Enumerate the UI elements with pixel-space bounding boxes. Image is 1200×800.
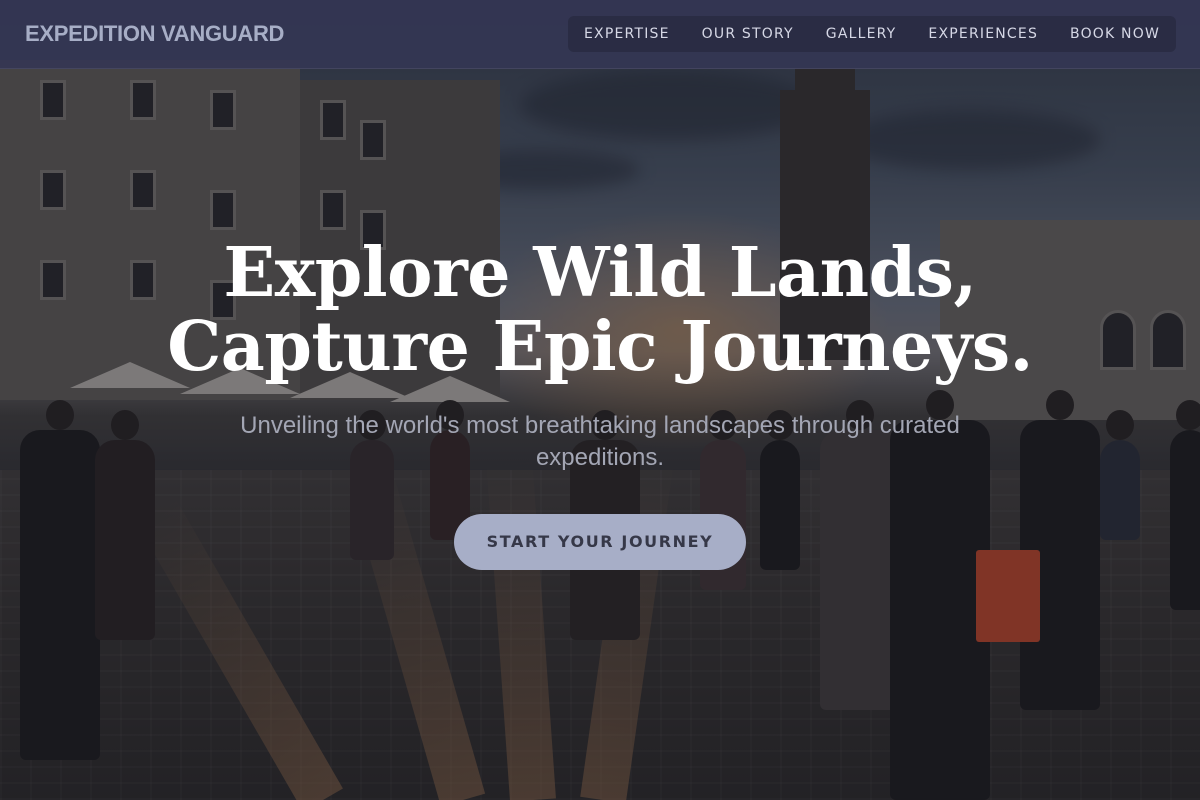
hero-title-line-1: Explore Wild Lands, [223,233,977,313]
nav-link-gallery[interactable]: GALLERY [826,26,897,42]
nav-link-book-now[interactable]: BOOK NOW [1070,26,1160,42]
start-journey-button[interactable]: START YOUR JOURNEY [454,514,746,570]
nav-link-expertise[interactable]: EXPERTISE [584,26,670,42]
nav-link-experiences[interactable]: EXPERIENCES [928,26,1038,42]
nav-link-our-story[interactable]: OUR STORY [702,26,794,42]
hero-title: Explore Wild Lands, Capture Epic Journey… [0,236,1200,384]
landing-page: EXPEDITION VANGUARD EXPERTISE OUR STORY … [0,0,1200,800]
brand-logo[interactable]: EXPEDITION VANGUARD [25,21,284,47]
main-navigation: EXPERTISE OUR STORY GALLERY EXPERIENCES … [568,16,1176,52]
hero-section: Explore Wild Lands, Capture Epic Journey… [0,236,1200,570]
top-navbar: EXPEDITION VANGUARD EXPERTISE OUR STORY … [0,0,1200,69]
hero-title-line-2: Capture Epic Journeys. [167,307,1033,387]
hero-subtitle: Unveiling the world's most breathtaking … [240,412,960,471]
